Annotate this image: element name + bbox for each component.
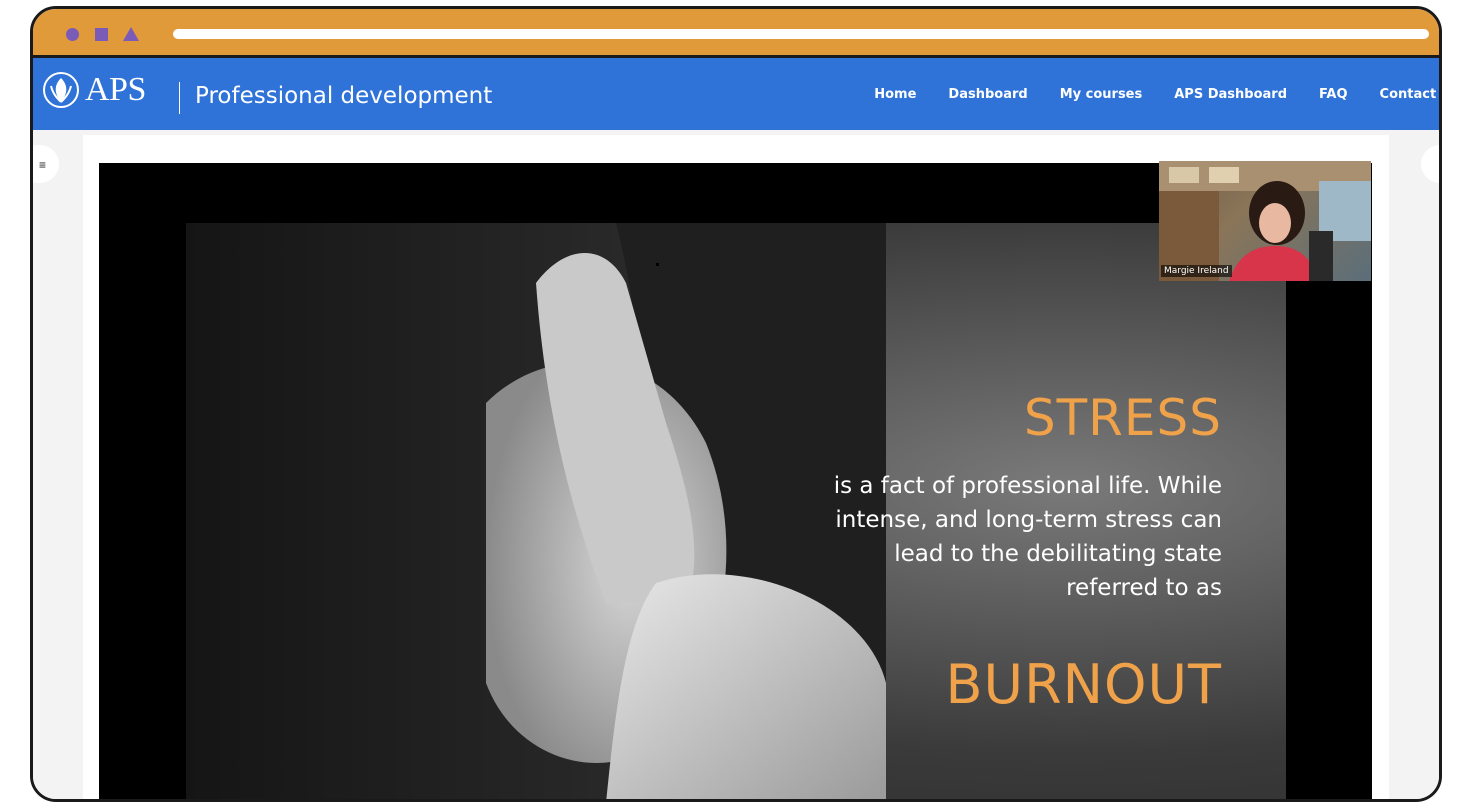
video-player[interactable]: STRESS is a fact of professional life. W… [99, 161, 1372, 799]
logo-text[interactable]: APS [85, 71, 146, 109]
nav-my-courses[interactable]: My courses [1060, 87, 1143, 102]
mouse-cursor [656, 263, 659, 266]
slide-conclusion: BURNOUT [945, 653, 1222, 716]
site-subtitle: Professional development [195, 83, 493, 109]
address-bar[interactable] [173, 29, 1429, 39]
webcam-video-feed [1159, 161, 1371, 281]
browser-title-bar [33, 9, 1439, 58]
aps-logo-icon[interactable] [41, 70, 81, 110]
slide-body-line: is a fact of professional life. While [833, 473, 1222, 499]
participant-name-label: Margie Ireland [1161, 265, 1232, 277]
square-dot-icon [95, 28, 108, 41]
circle-dot-icon [66, 28, 79, 41]
slide-body-line: referred to as [1066, 575, 1222, 601]
slide-body-line: lead to the debilitating state [894, 541, 1222, 567]
triangle-dot-icon [123, 27, 139, 41]
slide-body-line: intense, and long-term stress can [835, 507, 1222, 533]
slide-body: is a fact of professional life. While in… [702, 469, 1222, 605]
presentation-slide: STRESS is a fact of professional life. W… [186, 223, 1286, 799]
nav-contact-us[interactable]: Contact Us [1380, 87, 1439, 102]
hamburger-menu-icon: ≡ [39, 158, 47, 172]
logo-divider [179, 82, 180, 114]
webcam-thumbnail: Margie Ireland [1159, 161, 1371, 281]
slide-headline: STRESS [1023, 389, 1222, 447]
nav-faq[interactable]: FAQ [1319, 87, 1348, 102]
nav-aps-dashboard[interactable]: APS Dashboard [1174, 87, 1287, 102]
main-nav: Home Dashboard My courses APS Dashboard … [874, 87, 1439, 102]
site-header: APS Professional development Home Dashbo… [33, 58, 1439, 130]
browser-window: APS Professional development Home Dashbo… [30, 6, 1442, 802]
nav-home[interactable]: Home [874, 87, 916, 102]
nav-dashboard[interactable]: Dashboard [948, 87, 1027, 102]
